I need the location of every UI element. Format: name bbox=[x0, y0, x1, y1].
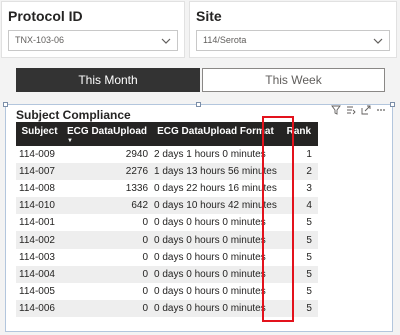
drill-icon[interactable] bbox=[346, 105, 356, 115]
site-dropdown[interactable]: 114/Serota bbox=[196, 30, 390, 51]
ecg-dataupload-format-cell: 0 days 0 hours 0 minutes bbox=[151, 265, 280, 283]
this-month-button[interactable]: This Month bbox=[16, 68, 200, 92]
ecg-dataupload-format-cell: 0 days 0 hours 0 minutes bbox=[151, 231, 280, 249]
ecg-dataupload-cell: 2276 bbox=[63, 163, 152, 181]
resize-handle[interactable] bbox=[196, 102, 201, 107]
ecg-dataupload-format-cell: 0 days 0 hours 0 minutes bbox=[154, 217, 266, 229]
column-header-label: ECG DataUpload bbox=[67, 126, 148, 137]
subject-cell: 114-003 bbox=[19, 251, 55, 263]
ecg-dataupload-cell: 642 bbox=[63, 197, 152, 215]
this-week-button[interactable]: This Week bbox=[202, 68, 385, 92]
ecg-dataupload-format-cell: 0 days 10 hours 42 minutes bbox=[151, 197, 280, 215]
column-header-subject[interactable]: Subject bbox=[16, 122, 63, 146]
ecg-dataupload-cell: 0 bbox=[63, 299, 152, 317]
subject-cell: 114-004 bbox=[16, 265, 63, 283]
protocol-id-slicer: Protocol ID TNX-103-06 bbox=[1, 1, 185, 58]
protocol-id-dropdown[interactable]: TNX-103-06 bbox=[8, 30, 178, 51]
subject-cell: 114-007 bbox=[16, 163, 63, 181]
site-value: 114/Serota bbox=[203, 35, 247, 45]
site-slicer: Site 114/Serota bbox=[189, 1, 397, 58]
subject-cell: 114-010 bbox=[16, 197, 63, 215]
ecg-dataupload-cell: 2940 bbox=[125, 149, 149, 161]
subject-cell: 114-009 bbox=[19, 149, 55, 161]
chevron-down-icon bbox=[373, 38, 383, 44]
ecg-dataupload-cell: 0 bbox=[63, 231, 152, 249]
ecg-dataupload-cell: 0 bbox=[142, 217, 149, 229]
resize-handle[interactable] bbox=[390, 102, 395, 107]
subject-compliance-visual[interactable]: Subject Compliance Subject ECG DataUploa… bbox=[3, 102, 395, 332]
subject-cell: 114-005 bbox=[19, 285, 55, 297]
subject-cell: 114-002 bbox=[16, 231, 63, 249]
chevron-down-icon bbox=[161, 38, 171, 44]
column-header-ecg-dataupload-format[interactable]: ECG DataUpload Format bbox=[151, 122, 280, 146]
ecg-dataupload-cell: 0 bbox=[63, 265, 152, 283]
rank-column-highlight-box bbox=[262, 116, 294, 322]
protocol-id-value: TNX-103-06 bbox=[15, 35, 65, 45]
visual-header-icons bbox=[331, 105, 386, 115]
visual-title: Subject Compliance bbox=[16, 108, 131, 122]
more-options-icon[interactable] bbox=[376, 105, 386, 115]
ecg-dataupload-format-cell: 0 days 0 hours 0 minutes bbox=[154, 285, 266, 297]
subject-cell: 114-006 bbox=[16, 299, 63, 317]
ecg-dataupload-format-cell: 2 days 1 hours 0 minutes bbox=[154, 149, 266, 161]
subject-cell: 114-008 bbox=[19, 183, 55, 195]
column-header-ecg-dataupload[interactable]: ECG DataUpload ▼ bbox=[63, 122, 152, 146]
ecg-dataupload-cell: 0 bbox=[142, 285, 149, 297]
ecg-dataupload-format-cell: 0 days 0 hours 0 minutes bbox=[154, 251, 266, 263]
resize-handle[interactable] bbox=[3, 102, 8, 107]
focus-mode-icon[interactable] bbox=[361, 105, 371, 115]
ecg-dataupload-format-cell: 0 days 0 hours 0 minutes bbox=[151, 299, 280, 317]
subject-cell: 114-001 bbox=[19, 217, 55, 229]
protocol-id-label: Protocol ID bbox=[8, 8, 83, 24]
ecg-dataupload-format-cell: 1 days 13 hours 56 minutes bbox=[151, 163, 280, 181]
ecg-dataupload-cell: 0 bbox=[142, 251, 149, 263]
ecg-dataupload-format-cell: 0 days 22 hours 16 minutes bbox=[154, 183, 277, 195]
filter-icon[interactable] bbox=[331, 105, 341, 115]
ecg-dataupload-cell: 1336 bbox=[125, 183, 149, 195]
sort-descending-icon: ▼ bbox=[67, 138, 73, 144]
site-label: Site bbox=[196, 8, 222, 24]
